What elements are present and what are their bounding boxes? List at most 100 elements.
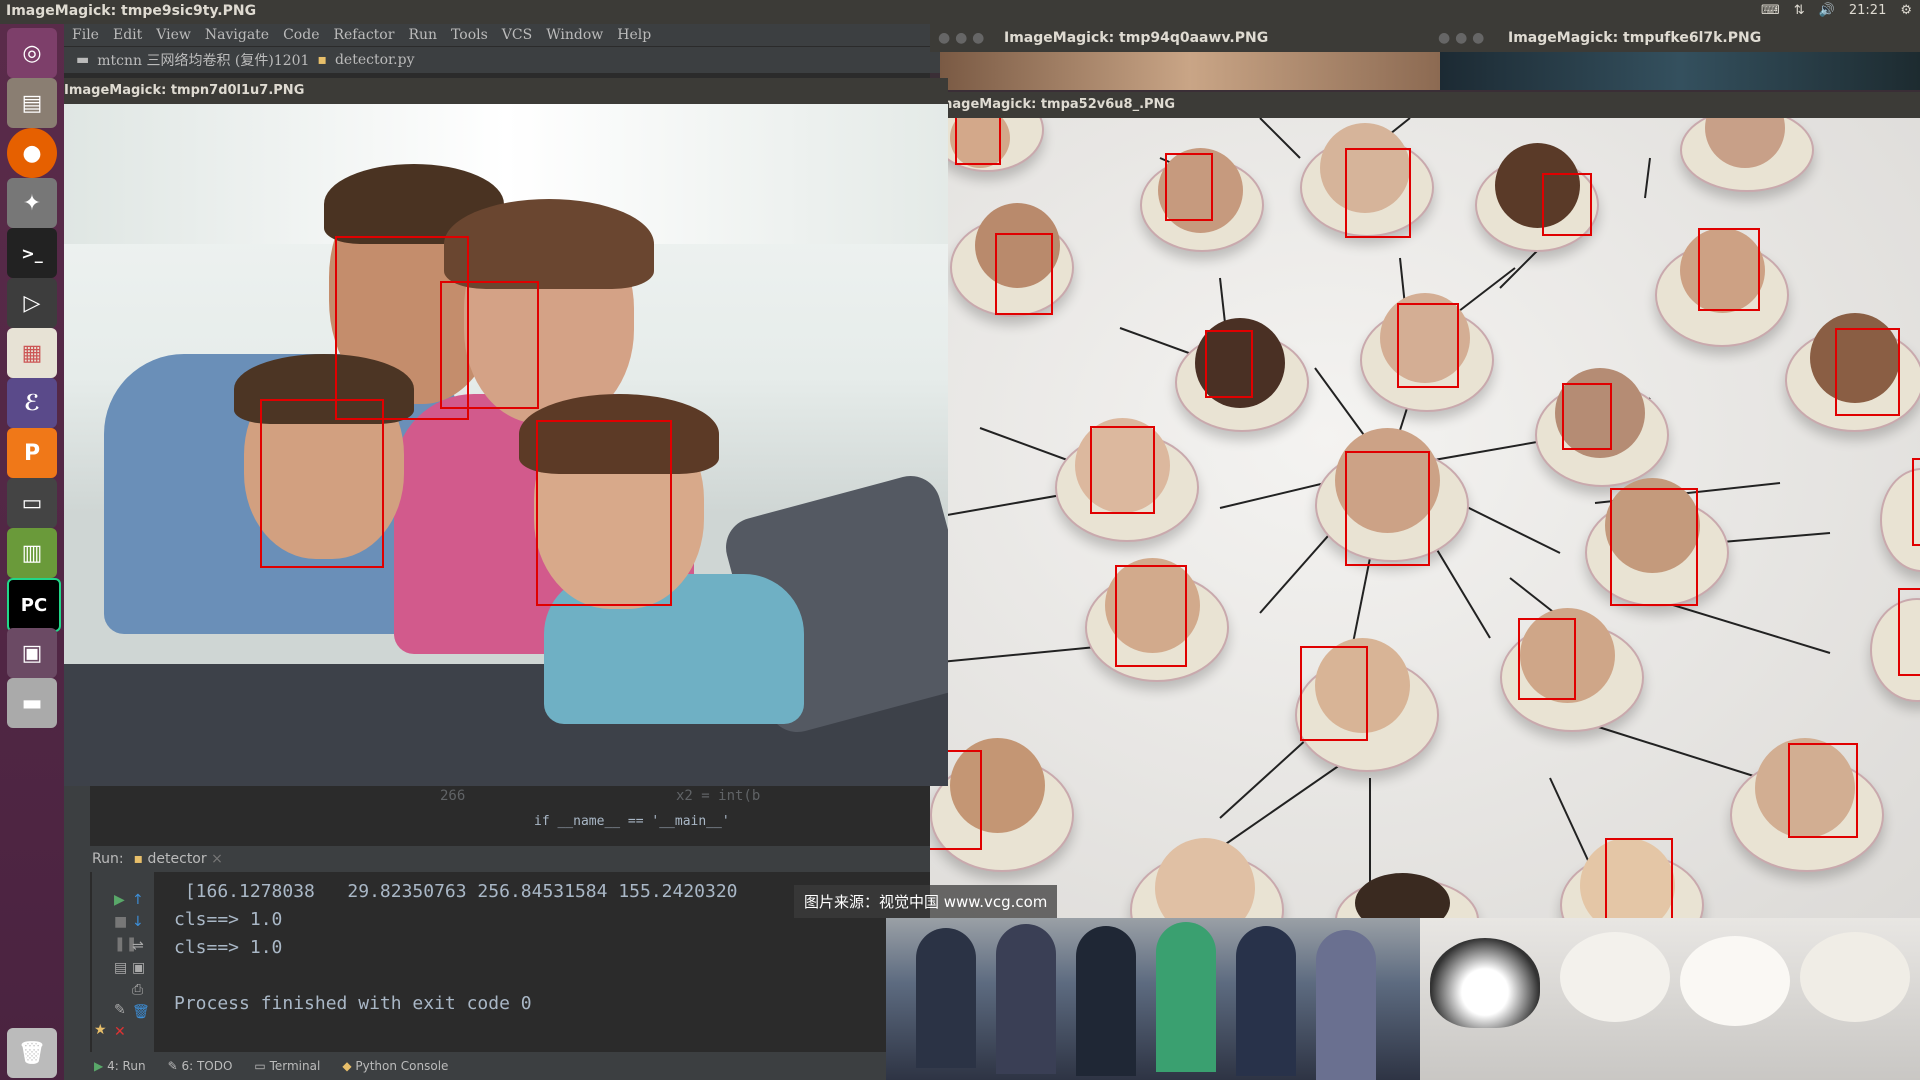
python-console-label: Python Console — [355, 1059, 449, 1073]
todo-icon: ✎ — [167, 1059, 178, 1073]
face-detection-box — [440, 281, 539, 409]
tool-window-bar: ▶ 4: Run ✎ 6: TODO ▭ Terminal ◆ Python C… — [64, 1052, 960, 1080]
display-icon[interactable]: ▭ — [7, 478, 57, 528]
face-detection-box — [1518, 618, 1576, 700]
clock[interactable]: 21:21 — [1849, 3, 1886, 18]
breadcrumb-project[interactable]: mtcnn 三网络均卷积 (复件)1201 — [97, 50, 309, 70]
stop-icon[interactable]: ■ — [114, 914, 127, 930]
run-tool-label: 4: Run — [107, 1059, 146, 1073]
ide-menubar: File Edit View Navigate Code Refactor Ru… — [64, 24, 938, 46]
face-detection-box — [1912, 458, 1920, 546]
face-detection-box — [1205, 330, 1253, 398]
face-detection-box — [1835, 328, 1900, 416]
group-photo-image — [886, 918, 1420, 1080]
todo-tool-label: 6: TODO — [181, 1059, 233, 1073]
imagemagick-window-network-titlebar[interactable]: ImageMagick: tmpa52v6u8_.PNG — [930, 92, 1920, 118]
files-icon[interactable]: ▤ — [7, 78, 57, 128]
rerun-icon[interactable]: ▶ — [114, 892, 125, 908]
close-run-icon[interactable]: ✕ — [114, 1024, 126, 1040]
menu-help[interactable]: Help — [617, 27, 651, 43]
close-icon[interactable]: × — [211, 851, 223, 867]
menu-view[interactable]: View — [156, 27, 191, 43]
active-window-title: ImageMagick: tmpe9sic9ty.PNG — [6, 3, 257, 19]
run-tab-label: detector — [147, 851, 207, 867]
console-line: cls==> 1.0 — [174, 937, 283, 958]
menu-navigate[interactable]: Navigate — [205, 27, 269, 43]
print-icon[interactable]: ⎙ — [132, 982, 143, 998]
puppies-image — [1420, 918, 1920, 1080]
image-watermark: 图片来源：视觉中国 www.vcg.com — [794, 885, 1058, 918]
up-arrow-icon[interactable]: ↑ — [132, 892, 144, 908]
imagemagick-window-family-titlebar[interactable]: ImageMagick: tmpn7d0l1u7.PNG — [64, 78, 948, 104]
face-detection-box — [1610, 488, 1698, 606]
firefox-icon[interactable]: ● — [7, 128, 57, 178]
menu-edit[interactable]: Edit — [113, 27, 142, 43]
favorites-star-icon[interactable]: ★ — [94, 1022, 107, 1038]
python-icon: ◆ — [342, 1059, 352, 1073]
face-detection-box — [1300, 646, 1368, 741]
run-icon: ▶ — [94, 1059, 104, 1073]
code-line-1: x2 = int(b — [676, 788, 761, 804]
terminal-small-icon: ▭ — [254, 1059, 266, 1073]
settings-icon[interactable]: ✦ — [7, 178, 57, 228]
clear-icon[interactable]: 🗑 — [132, 1004, 150, 1020]
family-photo-image — [64, 104, 948, 786]
face-detection-box — [1115, 565, 1187, 667]
workspace-icon[interactable]: ▣ — [7, 628, 57, 678]
face-detection-box — [955, 118, 1001, 165]
face-detection-box — [1605, 838, 1673, 918]
face-detection-box — [1345, 451, 1430, 566]
volume-icon[interactable]: 🔊 — [1819, 3, 1835, 18]
network-icon[interactable]: ⇅ — [1794, 3, 1805, 18]
run-tool-header: Run: ▪ detector × — [64, 846, 958, 872]
presentation-icon[interactable]: P — [7, 428, 57, 478]
line-number: 266 — [440, 788, 466, 804]
window-controls-icon[interactable]: ● ● ● — [938, 30, 984, 46]
down-arrow-icon[interactable]: ↓ — [132, 914, 144, 930]
breadcrumb-file[interactable]: detector.py — [335, 52, 415, 68]
window-controls-icon[interactable]: ● ● ● — [1438, 30, 1484, 46]
drive-icon[interactable]: ▬ — [7, 678, 57, 728]
terminal-icon[interactable]: >_ — [7, 228, 57, 278]
menu-refactor[interactable]: Refactor — [333, 27, 394, 43]
scroll-icon[interactable]: ▣ — [132, 960, 145, 976]
run-tab-detector[interactable]: ▪ detector × — [134, 851, 223, 867]
keyboard-icon[interactable]: ⌨ — [1761, 3, 1780, 18]
window-title: ImageMagick: tmpa52v6u8_.PNG — [934, 97, 1176, 112]
face-detection-box — [1898, 588, 1920, 676]
terminal-tool-label: Terminal — [269, 1059, 321, 1073]
impress-icon[interactable]: ▦ — [7, 328, 57, 378]
menu-code[interactable]: Code — [283, 27, 319, 43]
terminal-tool-button[interactable]: ▭ Terminal — [254, 1059, 320, 1073]
face-detection-box — [536, 420, 672, 606]
pin-icon[interactable]: ✎ — [114, 1002, 126, 1018]
books-icon[interactable]: ▥ — [7, 528, 57, 578]
menu-vcs[interactable]: VCS — [502, 27, 532, 43]
imagemagick-window-3-titlebar[interactable]: ● ● ● ImageMagick: tmp94q0aawv.PNG — [930, 24, 1440, 52]
system-tray: ⌨ ⇅ 🔊 21:21 ⚙ — [1761, 3, 1912, 18]
run-tool-button[interactable]: ▶ 4: Run — [94, 1059, 146, 1073]
trash-icon[interactable]: 🗑 — [7, 1028, 57, 1078]
wrap-icon[interactable]: ⇌ — [132, 938, 144, 954]
menu-run[interactable]: Run — [408, 27, 437, 43]
imagemagick-window-4-titlebar[interactable]: ● ● ● ImageMagick: tmpufke6l7k.PNG — [1430, 24, 1920, 52]
face-detection-box — [1788, 743, 1858, 838]
todo-tool-button[interactable]: ✎ 6: TODO — [168, 1059, 233, 1073]
partial-image-faces — [940, 52, 1440, 90]
layout-icon[interactable]: ▤ — [114, 960, 127, 976]
app-icon[interactable]: ▷ — [7, 278, 57, 328]
editor-icon[interactable]: ℰ — [7, 378, 57, 428]
face-detection-box — [1345, 148, 1411, 238]
pycharm-icon[interactable]: PC — [7, 578, 61, 632]
run-label: Run: — [92, 851, 124, 867]
window-title: ImageMagick: tmpufke6l7k.PNG — [1508, 30, 1762, 46]
menu-tools[interactable]: Tools — [451, 27, 488, 43]
unity-launcher: ◎ ▤ ● ✦ >_ ▷ ▦ ℰ P ▭ ▥ PC ▣ ▬ 🗑 — [0, 24, 64, 1080]
code-editor-peek[interactable]: 266 x2 = int(b if __name__ == '__main__' — [64, 784, 930, 846]
menu-window[interactable]: Window — [546, 27, 603, 43]
ubuntu-logo-icon[interactable]: ◎ — [7, 28, 57, 78]
gear-icon[interactable]: ⚙ — [1900, 3, 1912, 18]
python-console-button[interactable]: ◆ Python Console — [342, 1059, 448, 1073]
menu-file[interactable]: File — [72, 27, 99, 43]
